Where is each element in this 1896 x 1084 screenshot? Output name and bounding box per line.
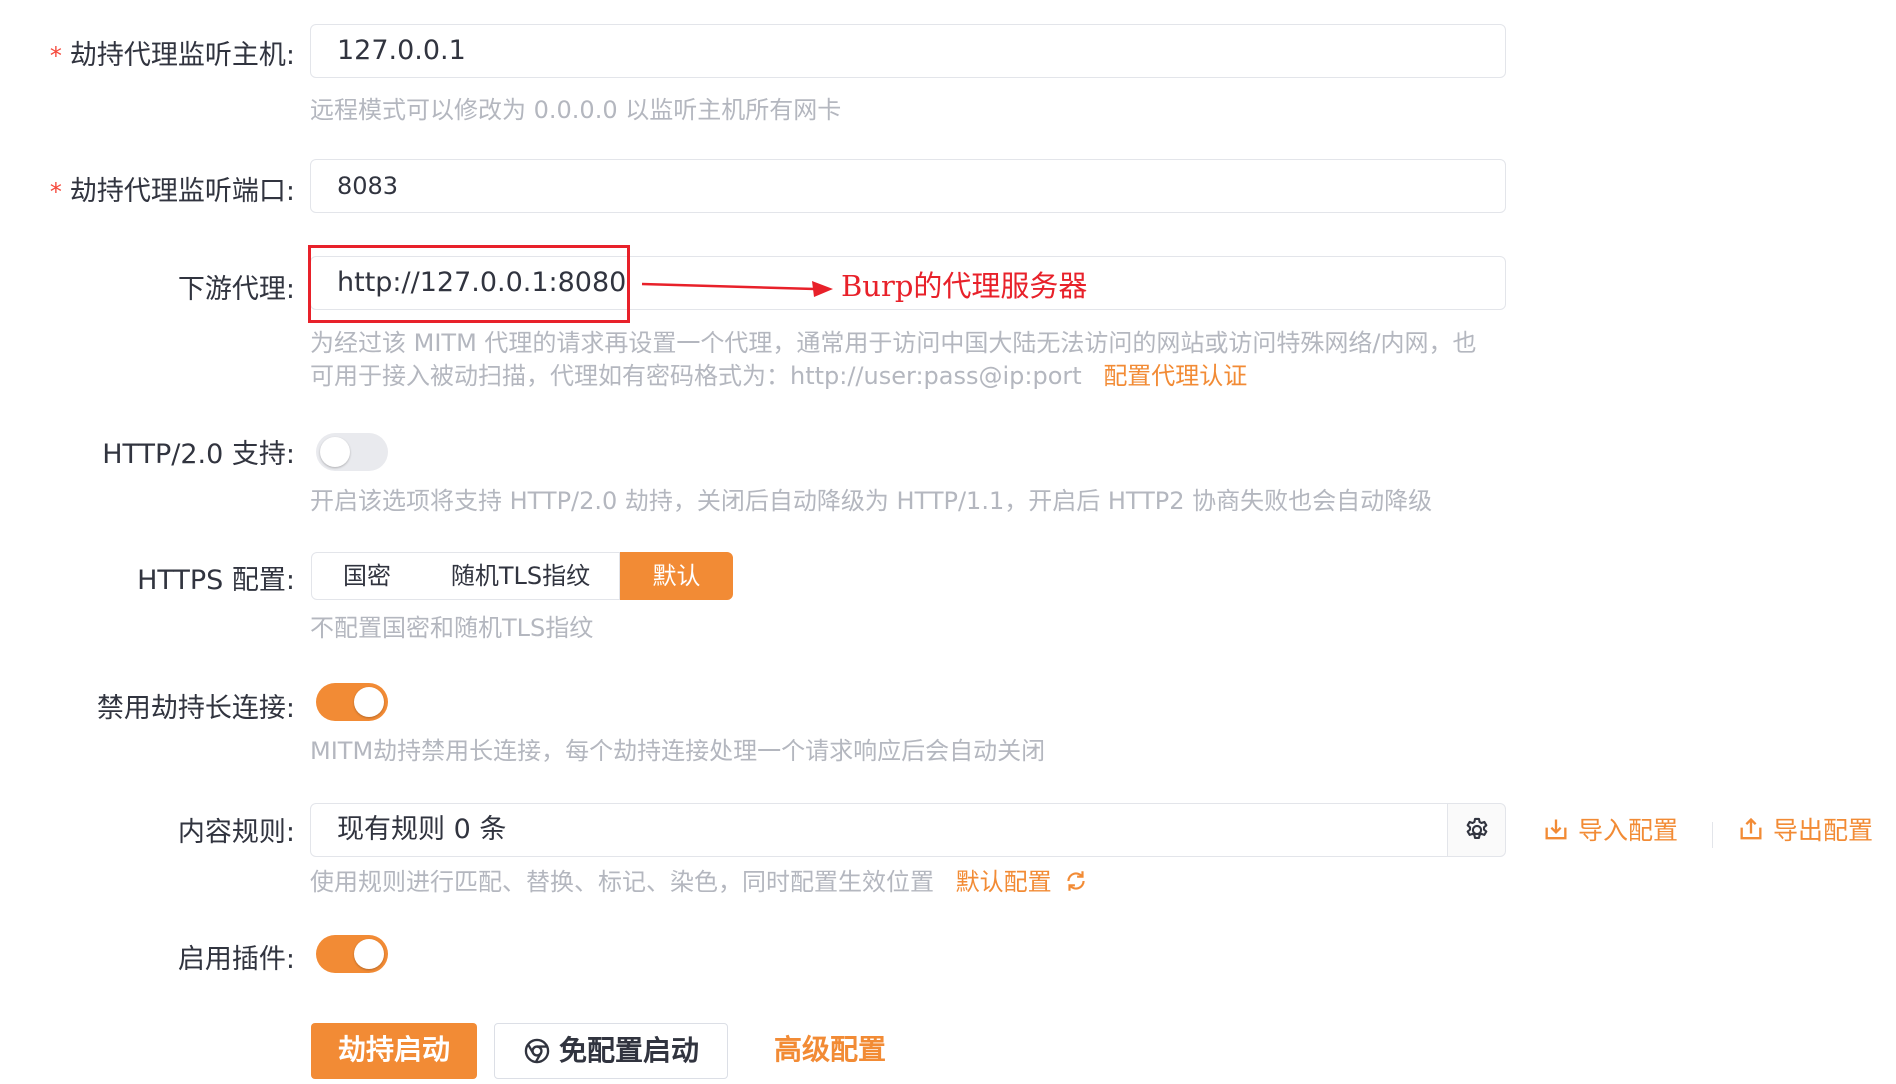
- default-config-link[interactable]: 默认配置: [956, 868, 1090, 896]
- rules-settings-button[interactable]: [1447, 803, 1506, 857]
- http2-label: HTTP/2.0 支持:: [102, 439, 295, 470]
- keepalive-help: MITM劫持禁用长连接，每个劫持连接处理一个请求响应后会自动关闭: [310, 737, 1046, 765]
- toggle-knob: [354, 939, 384, 969]
- gear-icon: [1466, 817, 1488, 839]
- import-config-button[interactable]: 导入配置: [1542, 813, 1678, 849]
- host-label: * 劫持代理监听主机:: [49, 40, 295, 71]
- export-icon: [1740, 817, 1762, 840]
- https-option-random-tls[interactable]: 随机TLS指纹: [422, 552, 620, 600]
- port-label: * 劫持代理监听端口:: [49, 176, 295, 207]
- hijack-start-button[interactable]: 劫持启动: [311, 1023, 477, 1079]
- https-option-default[interactable]: 默认: [620, 552, 733, 600]
- plugins-toggle[interactable]: [316, 935, 388, 973]
- rules-input[interactable]: 现有规则 0 条: [310, 803, 1448, 857]
- http2-help: 开启该选项将支持 HTTP/2.0 劫持，关闭后自动降级为 HTTP/1.1，开…: [310, 487, 1433, 515]
- proxy-auth-link[interactable]: 配置代理认证: [1103, 362, 1247, 390]
- downstream-label: 下游代理:: [177, 274, 295, 305]
- downstream-help-line2: 可用于接入被动扫描，代理如有密码格式为：http://user:pass@ip:…: [310, 362, 1248, 390]
- no-config-start-button[interactable]: 免配置启动: [494, 1023, 728, 1079]
- import-icon: [1545, 819, 1567, 840]
- keepalive-label: 禁用劫持长连接:: [96, 693, 295, 724]
- port-input[interactable]: 8083: [310, 159, 1506, 213]
- downstream-help-line1: 为经过该 MITM 代理的请求再设置一个代理，通常用于访问中国大陆无法访问的网站…: [310, 329, 1477, 357]
- required-mark: *: [49, 42, 62, 70]
- refresh-icon: [1067, 871, 1085, 891]
- toggle-knob: [354, 687, 384, 717]
- annotation-arrow: [641, 281, 833, 297]
- rules-label: 内容规则:: [177, 817, 295, 848]
- https-option-gm[interactable]: 国密: [311, 552, 423, 600]
- plugins-label: 启用插件:: [177, 944, 295, 975]
- toolbar-divider: [1712, 822, 1713, 848]
- annotation-text: Burp的代理服务器: [841, 269, 1088, 303]
- https-help: 不配置国密和随机TLS指纹: [310, 614, 594, 642]
- rules-help: 使用规则进行匹配、替换、标记、染色，同时配置生效位置 默认配置: [310, 866, 1089, 899]
- http2-toggle[interactable]: [316, 433, 388, 471]
- toggle-knob: [320, 437, 350, 467]
- chrome-icon: [524, 1038, 550, 1064]
- export-config-button[interactable]: 导出配置: [1737, 813, 1873, 849]
- keepalive-toggle[interactable]: [316, 683, 388, 721]
- annotation-highlight-box: [308, 245, 630, 323]
- required-mark: *: [49, 178, 62, 206]
- advanced-config-button[interactable]: 高级配置: [760, 1023, 900, 1079]
- https-label: HTTPS 配置:: [137, 565, 295, 596]
- host-input[interactable]: 127.0.0.1: [310, 24, 1506, 78]
- host-help: 远程模式可以修改为 0.0.0.0 以监听主机所有网卡: [310, 96, 842, 124]
